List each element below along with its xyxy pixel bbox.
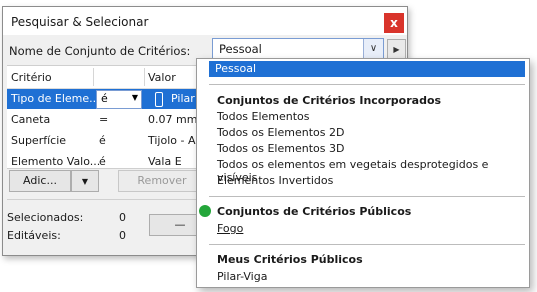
remove-criterion-button[interactable]: Remover (118, 170, 206, 192)
close-icon: x (390, 16, 398, 30)
operator-cell: = (99, 113, 109, 126)
editable-count: 0 (119, 229, 126, 242)
value-cell: Pilar (171, 92, 195, 105)
dropdown-item[interactable]: Fogo (217, 222, 243, 235)
window-title: Pesquisar & Selecionar (11, 15, 149, 29)
dropdown-item[interactable]: Todos os Elementos 2D (217, 126, 344, 139)
criteria-menu-button[interactable]: ▶ (387, 39, 406, 60)
operator-cell: é (99, 134, 106, 147)
dropdown-item[interactable]: Todos Elementos (217, 110, 310, 123)
criteria-set-value: Pessoal (219, 42, 262, 56)
value-cell: Vala E (148, 155, 182, 168)
operator-value: é (101, 92, 108, 105)
dropdown-item[interactable]: Todos os Elementos 3D (217, 142, 344, 155)
add-criterion-button[interactable]: Adic... (9, 170, 71, 192)
chevron-down-icon[interactable]: ∨ (363, 39, 383, 60)
play-arrow-icon: ▶ (393, 45, 400, 54)
remove-label: Remover (137, 174, 187, 187)
divider (209, 244, 525, 245)
section-title-builtin: Conjuntos de Critérios Incorporados (217, 94, 442, 107)
section-title-public: Conjuntos de Critérios Públicos (217, 205, 412, 218)
status-dot-icon (199, 205, 211, 217)
criterion-cell: Superfície (11, 134, 67, 147)
dropdown-item-label: Pessoal (215, 62, 256, 75)
column-header-value[interactable]: Valor (148, 71, 176, 84)
selected-count: 0 (119, 211, 126, 224)
column-header-criterion[interactable]: Critério (11, 71, 52, 84)
criteria-set-label: Nome de Conjunto de Critérios: (9, 44, 191, 58)
editable-label: Editáveis: (7, 229, 61, 242)
add-options-button[interactable]: ▼ (71, 170, 99, 192)
add-label: Adic... (23, 174, 57, 187)
divider (209, 84, 525, 85)
chevron-down-icon: ▼ (131, 93, 138, 102)
minus-label: — (174, 218, 186, 231)
close-button[interactable]: x (384, 13, 404, 33)
title-bar[interactable]: Pesquisar & Selecionar x (3, 7, 407, 35)
operator-select[interactable]: é ▼ (96, 90, 142, 109)
selected-label: Selecionados: (7, 211, 84, 224)
criteria-set-dropdown: Pessoal Conjuntos de Critérios Incorpora… (196, 58, 530, 288)
criterion-cell: Caneta (11, 113, 51, 126)
column-divider[interactable] (144, 68, 145, 86)
value-cell: 0.07 mm (148, 113, 198, 126)
dropdown-item[interactable]: Pilar-Viga (217, 270, 267, 283)
dropdown-item-selected[interactable]: Pessoal (209, 61, 525, 77)
criterion-cell: Elemento Valo... (11, 155, 101, 168)
criterion-cell: Tipo de Eleme... (11, 92, 100, 105)
chevron-down-icon: ▼ (81, 177, 89, 186)
section-title-mine: Meus Critérios Públicos (217, 253, 363, 266)
dropdown-item[interactable]: Elementos Invertidos (217, 174, 333, 187)
column-divider[interactable] (93, 68, 94, 86)
operator-cell: é (99, 155, 106, 168)
value-cell: Tijolo - Ap (148, 134, 203, 147)
divider (209, 196, 525, 197)
column-element-icon (155, 92, 163, 107)
